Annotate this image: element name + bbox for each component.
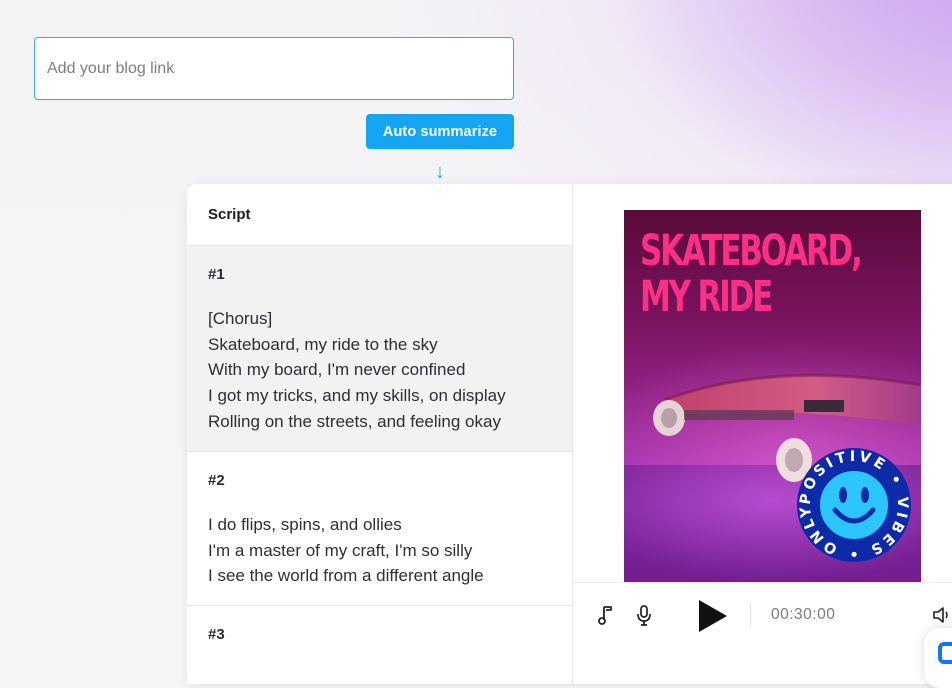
scene-3[interactable]: #3	[187, 606, 572, 684]
scene-line: Skateboard, my ride to the sky	[208, 334, 438, 354]
scene-number: #3	[208, 626, 225, 643]
scene-number: #1	[208, 266, 225, 283]
script-column: Script #1 [Chorus] Skateboard, my ride t…	[187, 184, 573, 684]
controls-divider	[750, 603, 751, 627]
volume-icon[interactable]	[931, 603, 952, 627]
scene-line: I'm a master of my craft, I'm so silly	[208, 540, 473, 560]
play-icon[interactable]	[697, 599, 729, 633]
music-note-icon[interactable]	[595, 603, 617, 627]
playback-time: 00:30:00	[771, 606, 836, 623]
video-preview-poster[interactable]: SKATEBOARD, MY RIDE POSITIVE • VIBES • O…	[624, 210, 921, 582]
scene-line: I do flips, spins, and ollies	[208, 515, 402, 534]
player-controls: 00:30:00	[573, 582, 952, 653]
chat-widget-button[interactable]	[924, 628, 952, 688]
video-editor-panel: Script #1 [Chorus] Skateboard, my ride t…	[187, 184, 952, 684]
preview-column: SKATEBOARD, MY RIDE POSITIVE • VIBES • O…	[573, 184, 952, 684]
scene-2[interactable]: #2 I do flips, spins, and ollies I'm a m…	[187, 452, 572, 606]
scene-line: I got my tricks, and my skills, on displ…	[208, 386, 506, 406]
scene-1[interactable]: #1 [Chorus] Skateboard, my ride to the s…	[187, 246, 572, 452]
scene-line: Rolling on the streets, and feeling okay	[208, 411, 501, 431]
scene-line: [Chorus]	[208, 309, 273, 328]
scene-line: With my board, I'm never confined	[208, 360, 466, 380]
scene-number: #2	[208, 472, 225, 489]
script-header: Script	[187, 184, 572, 246]
microphone-icon[interactable]	[633, 603, 655, 627]
blog-link-input[interactable]	[34, 37, 514, 100]
auto-summarize-button[interactable]: Auto summarize	[366, 114, 514, 149]
scene-line: I see the world from a different angle	[208, 566, 484, 586]
arrow-down-icon: ↓	[435, 161, 445, 183]
positive-vibes-sticker: POSITIVE • VIBES • ONLY •	[624, 210, 911, 562]
